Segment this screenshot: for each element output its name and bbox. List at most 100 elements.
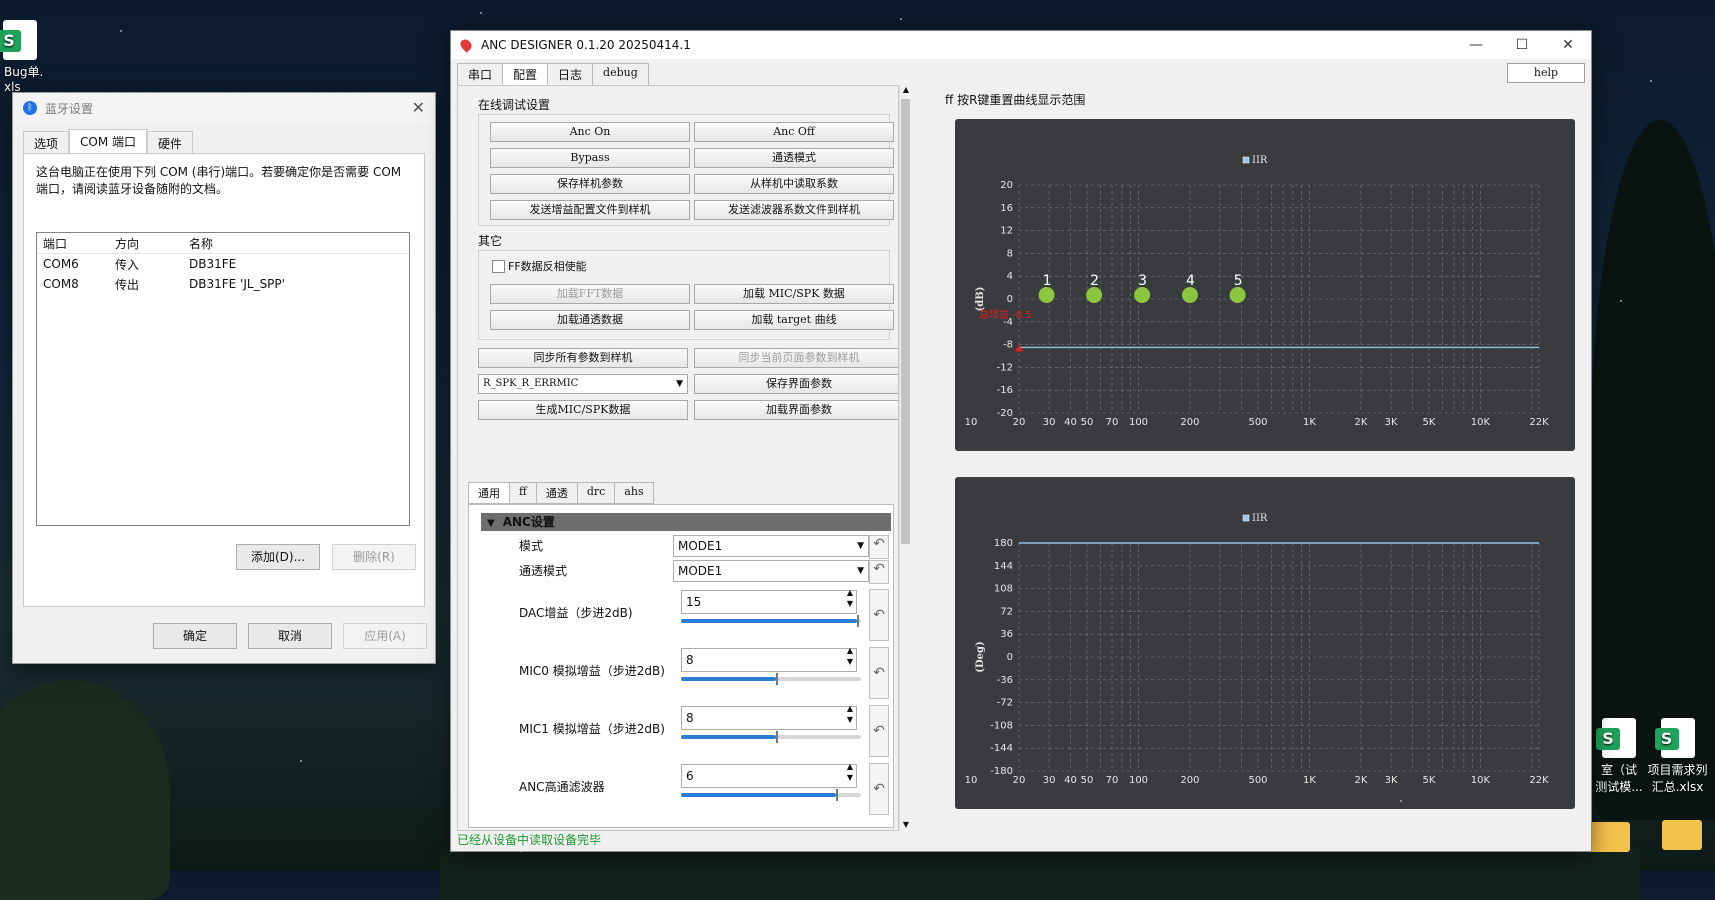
save-ui-button[interactable]: 保存界面参数 xyxy=(694,374,898,394)
spin-arrows-icon[interactable]: ▲ ▼ xyxy=(847,703,853,725)
maximize-icon[interactable]: ☐ xyxy=(1499,31,1545,59)
send-gain-button[interactable]: 发送增益配置文件到样机 xyxy=(490,200,690,220)
list-item[interactable]: COM8 传出 DB31FE 'JL_SPP' xyxy=(37,274,409,294)
reset-icon[interactable]: ↶ xyxy=(869,705,889,757)
ff-invert-checkbox[interactable] xyxy=(492,260,505,273)
mode-dropdown[interactable]: MODE1 ▼ xyxy=(673,535,869,557)
save-params-button[interactable]: 保存样机参数 xyxy=(490,174,690,194)
left-panel-scrollbar[interactable]: ▲ ▼ xyxy=(899,85,912,829)
dialog-titlebar[interactable]: ᛒ 蓝牙设置 xyxy=(13,93,435,123)
x-tick-label: 10 xyxy=(965,417,978,428)
column-direction[interactable]: 方向 xyxy=(109,235,183,252)
sync-page-button[interactable]: 同步当前页面参数到样机 xyxy=(694,348,898,368)
remove-button[interactable]: 删除(R) xyxy=(332,544,416,570)
desktop-icon-bug[interactable]: S Bug单. xls xyxy=(0,20,60,94)
com-description: 这台电脑正在使用下列 COM (串行)端口。若要确定你是否需要 COM 端口，请… xyxy=(36,165,402,196)
reset-icon[interactable]: ↶ xyxy=(869,560,889,584)
list-header: 端口 方向 名称 xyxy=(37,233,409,254)
scroll-up-icon[interactable]: ▲ xyxy=(900,85,912,94)
window-titlebar[interactable]: ANC DESIGNER 0.1.20 20250414.1 xyxy=(451,31,1591,59)
spin-arrows-icon[interactable]: ▲ ▼ xyxy=(847,587,853,609)
tab-ff[interactable]: ff xyxy=(509,482,537,504)
tab-transparent[interactable]: 通透 xyxy=(535,482,578,504)
reset-icon[interactable]: ↶ xyxy=(869,647,889,699)
main-tabs: 串口 配置 日志 debug xyxy=(457,63,649,86)
mic1-gain-slider[interactable] xyxy=(681,731,861,743)
phase-plot[interactable]: IIR 180 144 108 72 36 0 -36 -72 -108 -144 -180 10 20 3… xyxy=(955,477,1575,809)
load-transparent-button[interactable]: 加载通透数据 xyxy=(490,310,690,330)
bypass-button[interactable]: Bypass xyxy=(490,148,690,168)
column-name[interactable]: 名称 xyxy=(183,235,409,252)
add-button[interactable]: 添加(D)... xyxy=(236,544,320,570)
bluetooth-icon: ᛒ xyxy=(23,101,37,115)
dac-gain-slider[interactable] xyxy=(681,615,861,627)
hpf-spinbox[interactable]: 6 ▲ ▼ xyxy=(681,761,857,788)
y-tick-label: -12 xyxy=(997,362,1013,373)
magnitude-plot[interactable]: IIR201612840-4-8-12-16-2010 20 30 40 50 70 100… xyxy=(955,119,1575,451)
gen-mic-spk-button[interactable]: 生成MIC/SPK数据 xyxy=(478,400,688,420)
load-fft-button[interactable]: 加载FFT数据 xyxy=(490,284,690,304)
reset-icon[interactable]: ↶ xyxy=(869,763,889,815)
list-item[interactable]: COM6 传入 DB31FE xyxy=(37,254,409,274)
tab-debug[interactable]: debug xyxy=(592,63,649,86)
folder-icon[interactable] xyxy=(1590,822,1630,852)
tab-com-ports[interactable]: COM 端口 xyxy=(69,129,148,155)
sync-all-button[interactable]: 同步所有参数到样机 xyxy=(478,348,688,368)
tab-drc[interactable]: drc xyxy=(576,482,616,504)
close-icon[interactable]: ✕ xyxy=(1545,31,1591,59)
plot-panel-title: ff 按R键重置曲线显示范围 xyxy=(945,93,1086,107)
reset-icon[interactable]: ↶ xyxy=(869,589,889,641)
star xyxy=(900,18,902,20)
spin-arrows-icon[interactable]: ▲ ▼ xyxy=(847,761,853,783)
tab-ahs[interactable]: ahs xyxy=(614,482,654,504)
com-ports-page: 这台电脑正在使用下列 COM (串行)端口。若要确定你是否需要 COM 端口，请… xyxy=(23,153,425,607)
ok-button[interactable]: 确定 xyxy=(153,623,237,649)
hpf-slider[interactable] xyxy=(681,789,861,801)
send-filter-button[interactable]: 发送滤波器系数文件到样机 xyxy=(694,200,894,220)
mic0-gain-spinbox[interactable]: 8 ▲ ▼ xyxy=(681,645,857,672)
dac-gain-spinbox[interactable]: 15 ▲ ▼ xyxy=(681,587,857,614)
load-mic-spk-button[interactable]: 加载 MIC/SPK 数据 xyxy=(694,284,894,304)
gain-annotation: 总增益 -8.5 xyxy=(979,308,1032,321)
scroll-down-icon[interactable]: ▼ xyxy=(900,820,912,829)
tab-log[interactable]: 日志 xyxy=(547,63,594,86)
reset-icon[interactable]: ↶ xyxy=(869,535,889,559)
x-tick-label: 3K xyxy=(1385,775,1398,786)
anc-settings-title: ANC设置 xyxy=(502,515,555,529)
com-port-list[interactable]: 端口 方向 名称 COM6 传入 DB31FE COM8 传出 DB31FE '… xyxy=(36,232,410,526)
x-tick-label: 30 xyxy=(1043,417,1056,428)
x-tick-label: 20 xyxy=(1013,417,1026,428)
close-icon[interactable]: ✕ xyxy=(412,98,425,117)
scroll-thumb[interactable] xyxy=(901,99,910,544)
minimize-icon[interactable]: — xyxy=(1453,31,1499,59)
transparent-mode-button[interactable]: 通透模式 xyxy=(694,148,894,168)
tab-serial[interactable]: 串口 xyxy=(457,63,504,86)
cancel-button[interactable]: 取消 xyxy=(248,623,332,649)
transparent-mode-dropdown[interactable]: MODE1 ▼ xyxy=(673,560,869,582)
desktop-icon-requirements[interactable]: S 项目需求列 汇总.xlsx xyxy=(1640,718,1715,795)
x-tick-label: 100 xyxy=(1129,417,1148,428)
tab-config[interactable]: 配置 xyxy=(502,63,549,86)
x-tick-label: 30 xyxy=(1043,775,1056,786)
x-tick-label: 10 xyxy=(965,775,978,786)
apply-button[interactable]: 应用(A) xyxy=(343,623,427,649)
anc-settings-header[interactable]: ▼ ANC设置 xyxy=(481,513,891,531)
folder-icon[interactable] xyxy=(1662,820,1702,850)
mic0-gain-slider[interactable] xyxy=(681,673,861,685)
mic1-gain-spinbox[interactable]: 8 ▲ ▼ xyxy=(681,703,857,730)
dialog-title: 蓝牙设置 xyxy=(45,101,94,116)
read-coeffs-button[interactable]: 从样机中读取系数 xyxy=(694,174,894,194)
filter-point xyxy=(1181,287,1198,303)
y-tick-label: -36 xyxy=(997,675,1013,686)
column-port[interactable]: 端口 xyxy=(37,235,109,252)
anc-off-button[interactable]: Anc Off xyxy=(694,122,894,142)
spin-arrows-icon[interactable]: ▲ ▼ xyxy=(847,645,853,667)
load-target-button[interactable]: 加载 target 曲线 xyxy=(694,310,894,330)
tab-general[interactable]: 通用 xyxy=(468,482,510,504)
help-button[interactable]: help xyxy=(1507,63,1585,83)
direction-cell: 传入 xyxy=(115,257,140,272)
expand-arrow-icon[interactable]: ▼ xyxy=(487,518,495,529)
anc-on-button[interactable]: Anc On xyxy=(490,122,690,142)
load-ui-button[interactable]: 加载界面参数 xyxy=(694,400,898,420)
mic-select-dropdown[interactable]: R_SPK_R_ERRMIC ▼ xyxy=(478,374,688,394)
